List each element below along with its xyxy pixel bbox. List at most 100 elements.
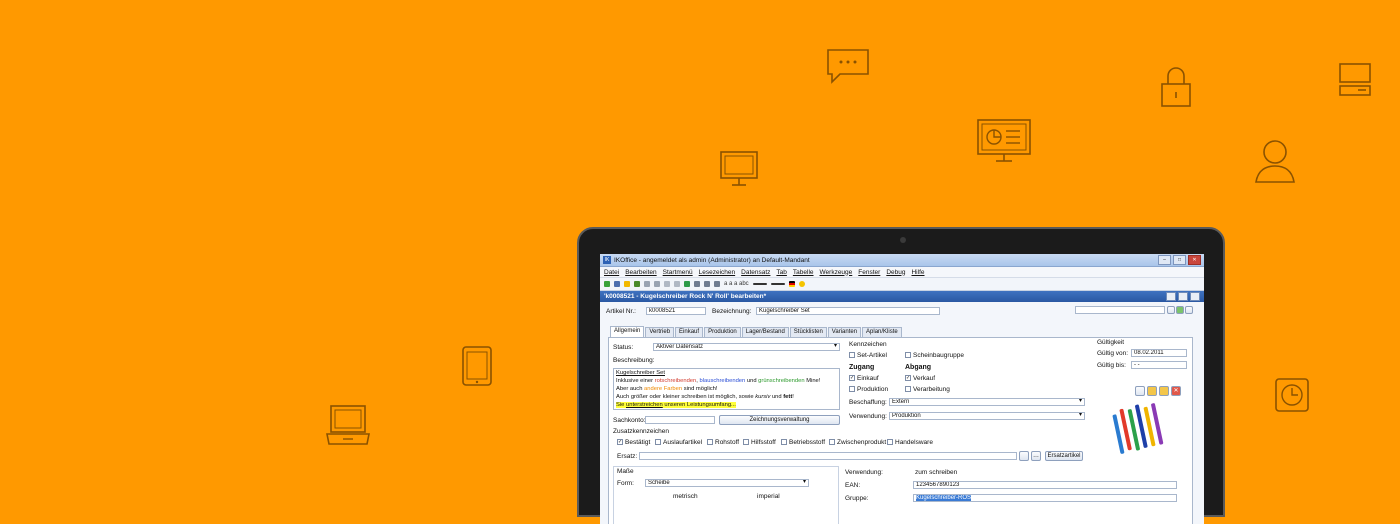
- ean-field[interactable]: 1234567890123: [913, 481, 1177, 489]
- document-titlebar: 'k0008521 - Kugelschreiber Rock N' Roll'…: [600, 291, 1204, 302]
- zugang-label: Zugang: [849, 364, 875, 371]
- betriebsstoff-checkbox[interactable]: Betriebsstoff: [781, 439, 825, 446]
- star-icon[interactable]: [624, 281, 630, 287]
- menu-tabelle[interactable]: Tabelle: [793, 269, 814, 276]
- set-artikel-checkbox[interactable]: Set-Artikel: [849, 352, 887, 359]
- document-title: 'k0008521 - Kugelschreiber Rock N' Roll'…: [604, 293, 767, 300]
- verwendung-label: Verwendung:: [849, 413, 887, 420]
- bezeichnung-field[interactable]: Kugelschreiber Set: [756, 307, 940, 315]
- font-style-buttons[interactable]: a a a abc: [724, 281, 749, 287]
- menu-tab[interactable]: Tab: [776, 269, 786, 276]
- einkauf-checkbox[interactable]: ✓ Einkauf: [849, 375, 879, 382]
- doc-minimize-icon[interactable]: [1166, 292, 1176, 301]
- desc-line-3: Aber auch andere Farben sind möglich!: [616, 386, 718, 392]
- image-copy-icon[interactable]: [1147, 386, 1157, 396]
- delete-image-icon[interactable]: ✕: [1171, 386, 1181, 396]
- navigate-icon[interactable]: [1185, 306, 1193, 314]
- zwischenprodukt-checkbox[interactable]: Zwischenprodukt: [829, 439, 886, 446]
- ersatz-search-icon[interactable]: [1019, 451, 1029, 461]
- menu-debug[interactable]: Debug: [886, 269, 905, 276]
- lightbulb-icon[interactable]: [798, 281, 805, 287]
- laptop-icon: [325, 404, 371, 446]
- tab-allgemein[interactable]: Allgemein: [610, 326, 645, 337]
- desc-line-4: Auch größer oder kleiner schreiben ist m…: [616, 394, 794, 400]
- add-icon-2[interactable]: [1176, 306, 1184, 314]
- metrisch-label: metrisch: [673, 493, 698, 500]
- zeichnungsverwaltung-button[interactable]: Zeichnungsverwaltung: [719, 415, 840, 425]
- menu-datei[interactable]: Datei: [604, 269, 619, 276]
- search-input[interactable]: [1075, 306, 1165, 314]
- add-icon[interactable]: [604, 281, 610, 287]
- tab-stuecklisten[interactable]: Stücklisten: [789, 327, 827, 337]
- menu-startmenue[interactable]: Startmenü: [663, 269, 693, 276]
- tab-varianten[interactable]: Varianten: [827, 327, 862, 337]
- article-image: [1102, 400, 1174, 460]
- ersatz-field[interactable]: [639, 452, 1017, 460]
- bestaetigt-checkbox[interactable]: ✓ Bestätigt: [617, 439, 650, 446]
- ersatzartikel-button[interactable]: Ersatzartikel: [1045, 451, 1083, 461]
- scheinbaugruppe-checkbox[interactable]: Scheinbaugruppe: [905, 352, 964, 359]
- print-icon[interactable]: [644, 281, 650, 287]
- menu-werkzeuge[interactable]: Werkzeuge: [820, 269, 853, 276]
- remove-icon[interactable]: [1167, 306, 1175, 314]
- doc-close-icon[interactable]: [1190, 292, 1200, 301]
- doc-restore-icon[interactable]: [1178, 292, 1188, 301]
- ersatz-more-icon[interactable]: …: [1031, 451, 1041, 461]
- language-flag-icon[interactable]: [788, 281, 795, 287]
- image-view-icon[interactable]: [1135, 386, 1145, 396]
- clock-icon: [1274, 377, 1310, 413]
- imperial-label: imperial: [757, 493, 780, 500]
- handelsware-checkbox[interactable]: Handelsware: [887, 439, 933, 446]
- hilfsstoff-checkbox[interactable]: Hilfsstoff: [743, 439, 776, 446]
- tab-einkauf[interactable]: Einkauf: [675, 327, 704, 337]
- menu-hilfe[interactable]: Hilfe: [911, 269, 924, 276]
- auslaufartikel-checkbox[interactable]: Auslaufartikel: [655, 439, 702, 446]
- filter-clear-icon[interactable]: [704, 281, 710, 287]
- refresh-icon[interactable]: [684, 281, 690, 287]
- menu-lesezeichen[interactable]: Lesezeichen: [699, 269, 736, 276]
- menu-fenster[interactable]: Fenster: [858, 269, 880, 276]
- verkauf-checkbox[interactable]: ✓ Verkauf: [905, 375, 935, 382]
- tab-vertrieb[interactable]: Vertrieb: [645, 327, 675, 337]
- sachkonto-label: Sachkonto:: [613, 417, 646, 424]
- cut-icon[interactable]: [664, 281, 670, 287]
- produktion-checkbox[interactable]: Produktion: [849, 386, 888, 393]
- sachkonto-field[interactable]: [645, 416, 715, 424]
- maximize-icon[interactable]: □: [1173, 255, 1186, 265]
- rohstoff-checkbox[interactable]: Rohstoff: [707, 439, 739, 446]
- gruppe-field[interactable]: Kugelschreiber-ROS: [913, 494, 1177, 502]
- line-style-icon[interactable]: [752, 283, 767, 285]
- filter-icon[interactable]: [694, 281, 700, 287]
- close-icon[interactable]: ✕: [1188, 255, 1201, 265]
- form-select[interactable]: Scheibe: [645, 479, 809, 487]
- beschaffung-select[interactable]: Extern: [889, 398, 1085, 406]
- copy-icon[interactable]: [674, 281, 680, 287]
- tab-aplan-kliste[interactable]: Aplan/Kliste: [862, 327, 902, 337]
- folder-open-icon[interactable]: [1159, 386, 1169, 396]
- desktop-computer-icon: [1338, 62, 1372, 98]
- delete-icon[interactable]: [634, 281, 640, 287]
- menu-datensatz[interactable]: Datensatz: [741, 269, 770, 276]
- minimize-icon[interactable]: –: [1158, 255, 1171, 265]
- menu-bearbeiten[interactable]: Bearbeiten: [625, 269, 656, 276]
- save-icon[interactable]: [614, 281, 620, 287]
- artikel-field[interactable]: k0008521: [646, 307, 706, 315]
- description-editor[interactable]: Kugelschreiber Set Inklusive einer rotsc…: [613, 368, 840, 410]
- export-icon[interactable]: [654, 281, 660, 287]
- verarbeitung-checkbox[interactable]: Verarbeitung: [905, 386, 950, 393]
- verwendung2-label: Verwendung:: [845, 469, 883, 476]
- gueltig-von-field[interactable]: 08.02.2011: [1131, 349, 1187, 357]
- gueltigkeit-label: Gültigkeit: [1097, 339, 1125, 346]
- status-select[interactable]: Aktiver Datensatz: [653, 343, 840, 351]
- tab-lager-bestand[interactable]: Lager/Bestand: [741, 327, 789, 337]
- line-style-icon-2[interactable]: [770, 283, 785, 285]
- lock-icon: [1160, 66, 1192, 108]
- verwendung-select[interactable]: Produktion: [889, 412, 1085, 420]
- abgang-label: Abgang: [905, 364, 932, 371]
- tab-produktion[interactable]: Produktion: [704, 327, 741, 337]
- laptop-frame: IK IKOffice - angemeldet als admin (Admi…: [577, 227, 1225, 524]
- tab-bar: Allgemein Vertrieb Einkauf Produktion La…: [610, 326, 902, 337]
- gueltig-bis-field[interactable]: - -: [1131, 361, 1187, 369]
- user-icon: [1254, 138, 1296, 184]
- sort-icon[interactable]: [714, 281, 720, 287]
